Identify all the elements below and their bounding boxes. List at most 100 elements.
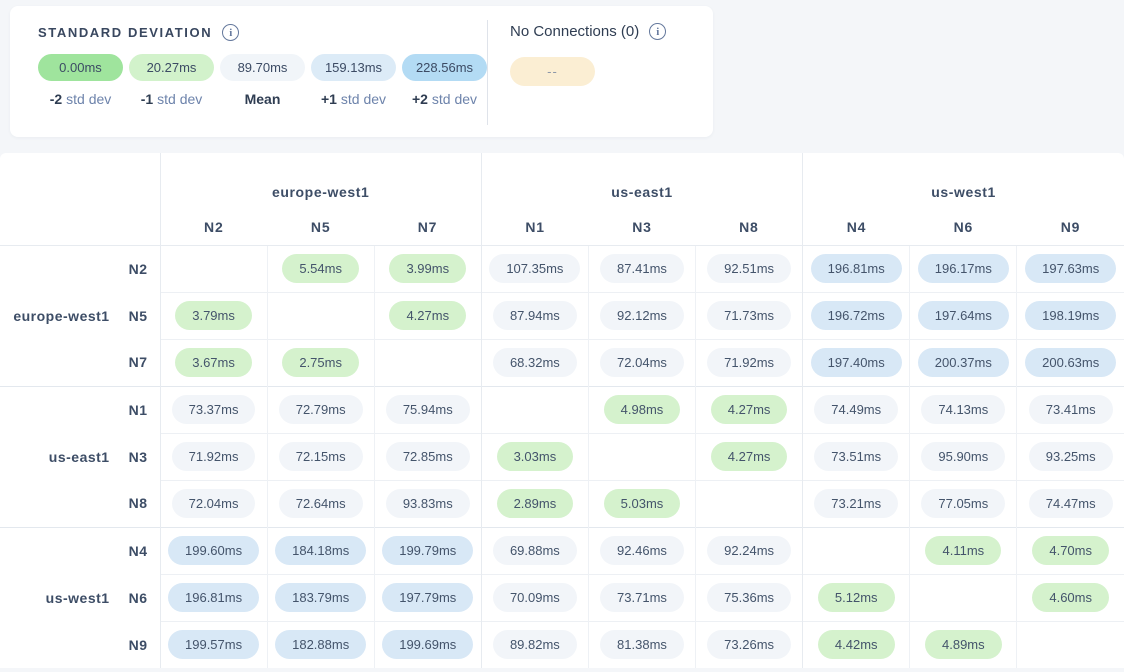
latency-pill[interactable]: 5.54ms [282, 254, 359, 283]
latency-pill[interactable]: 77.05ms [921, 489, 1005, 518]
latency-pill[interactable]: 3.67ms [175, 348, 252, 377]
latency-pill[interactable]: 72.04ms [600, 348, 684, 377]
latency-cell: 4.89ms [910, 621, 1017, 668]
latency-pill[interactable]: 4.11ms [925, 536, 1001, 565]
latency-pill[interactable]: 5.12ms [818, 583, 895, 612]
legend-label: -1std dev [141, 91, 203, 107]
latency-pill[interactable]: 92.12ms [600, 301, 684, 330]
latency-pill[interactable]: 199.60ms [168, 536, 259, 565]
latency-pill[interactable]: 198.19ms [1025, 301, 1116, 330]
latency-pill[interactable]: 4.70ms [1032, 536, 1109, 565]
latency-pill[interactable]: 92.24ms [707, 536, 791, 565]
latency-pill[interactable]: 73.41ms [1029, 395, 1113, 424]
latency-pill[interactable]: 107.35ms [489, 254, 580, 283]
latency-cell: 72.64ms [267, 480, 374, 527]
latency-pill[interactable]: 4.98ms [604, 395, 681, 424]
latency-pill[interactable]: 75.94ms [386, 395, 470, 424]
latency-pill[interactable]: 3.03ms [497, 442, 574, 471]
latency-pill[interactable]: 73.37ms [172, 395, 256, 424]
latency-cell: 71.92ms [160, 433, 267, 480]
latency-cell [267, 292, 374, 339]
latency-pill[interactable]: 74.49ms [814, 395, 898, 424]
node-column-header: N9 [1017, 209, 1124, 245]
row-label-cell: N9 [0, 621, 160, 668]
latency-pill[interactable]: 196.81ms [168, 583, 259, 612]
latency-pill[interactable]: 200.63ms [1025, 348, 1116, 377]
latency-pill[interactable]: 71.73ms [707, 301, 791, 330]
latency-cell: 95.90ms [910, 433, 1017, 480]
latency-pill[interactable]: 73.71ms [600, 583, 684, 612]
latency-pill[interactable]: 197.79ms [382, 583, 473, 612]
latency-pill[interactable]: 199.69ms [382, 630, 473, 659]
latency-pill[interactable]: 89.82ms [493, 630, 577, 659]
latency-pill[interactable]: 95.90ms [921, 442, 1005, 471]
no-connections-pill: -- [510, 57, 595, 86]
latency-pill[interactable]: 182.88ms [275, 630, 366, 659]
latency-pill[interactable]: 199.79ms [382, 536, 473, 565]
latency-pill[interactable]: 183.79ms [275, 583, 366, 612]
latency-pill[interactable]: 81.38ms [600, 630, 684, 659]
latency-cell: 73.26ms [696, 621, 803, 668]
latency-pill[interactable]: 4.60ms [1032, 583, 1109, 612]
latency-cell: 69.88ms [481, 527, 588, 574]
legend-item: 20.27ms-1std dev [129, 54, 214, 107]
info-icon[interactable] [649, 23, 666, 40]
latency-cell [588, 433, 695, 480]
latency-pill[interactable]: 197.64ms [918, 301, 1009, 330]
latency-pill[interactable]: 74.47ms [1029, 489, 1113, 518]
latency-pill[interactable]: 199.57ms [168, 630, 259, 659]
latency-pill[interactable]: 4.27ms [711, 442, 788, 471]
latency-pill[interactable]: 5.03ms [604, 489, 681, 518]
latency-pill[interactable]: 2.89ms [497, 489, 574, 518]
latency-pill[interactable]: 73.26ms [707, 630, 791, 659]
latency-pill[interactable]: 200.37ms [918, 348, 1009, 377]
latency-pill[interactable]: 92.46ms [600, 536, 684, 565]
info-icon[interactable] [222, 24, 239, 41]
latency-pill[interactable]: 72.85ms [386, 442, 470, 471]
latency-pill[interactable]: 4.27ms [711, 395, 788, 424]
latency-pill[interactable]: 72.04ms [172, 489, 256, 518]
latency-pill[interactable]: 87.41ms [600, 254, 684, 283]
latency-pill[interactable]: 68.32ms [493, 348, 577, 377]
latency-cell: 87.94ms [481, 292, 588, 339]
latency-pill[interactable]: 93.25ms [1029, 442, 1113, 471]
latency-pill[interactable]: 4.27ms [389, 301, 466, 330]
latency-pill[interactable]: 93.83ms [386, 489, 470, 518]
matrix-row: N872.04ms72.64ms93.83ms2.89ms5.03ms73.21… [0, 480, 1124, 527]
latency-pill[interactable]: 4.42ms [818, 630, 895, 659]
latency-pill[interactable]: 72.15ms [279, 442, 363, 471]
latency-pill[interactable]: 70.09ms [493, 583, 577, 612]
latency-pill[interactable]: 197.63ms [1025, 254, 1116, 283]
node-column-header: N1 [481, 209, 588, 245]
latency-cell: 92.46ms [588, 527, 695, 574]
latency-pill[interactable]: 72.79ms [279, 395, 363, 424]
latency-pill[interactable]: 87.94ms [493, 301, 577, 330]
latency-pill[interactable]: 196.72ms [811, 301, 902, 330]
latency-pill[interactable]: 4.89ms [925, 630, 1002, 659]
latency-pill[interactable]: 72.64ms [279, 489, 363, 518]
latency-pill[interactable]: 75.36ms [707, 583, 791, 612]
latency-pill[interactable]: 196.17ms [918, 254, 1009, 283]
latency-pill[interactable]: 197.40ms [811, 348, 902, 377]
legend-label-bold: +1 [321, 91, 337, 107]
latency-pill[interactable]: 184.18ms [275, 536, 366, 565]
latency-cell: 200.63ms [1017, 339, 1124, 386]
latency-pill[interactable]: 92.51ms [707, 254, 791, 283]
latency-pill[interactable]: 71.92ms [172, 442, 256, 471]
latency-pill[interactable]: 71.92ms [707, 348, 791, 377]
latency-pill[interactable]: 73.51ms [814, 442, 898, 471]
std-deviation-card: STANDARD DEVIATION 0.00ms-2std dev20.27m… [10, 6, 713, 137]
latency-pill[interactable]: 2.75ms [282, 348, 359, 377]
latency-pill[interactable]: 3.99ms [389, 254, 466, 283]
latency-pill[interactable]: 196.81ms [811, 254, 902, 283]
latency-pill[interactable]: 74.13ms [921, 395, 1005, 424]
latency-pill[interactable]: 73.21ms [814, 489, 898, 518]
latency-cell: 184.18ms [267, 527, 374, 574]
latency-cell: 4.27ms [696, 386, 803, 433]
matrix-row: N4199.60ms184.18ms199.79ms69.88ms92.46ms… [0, 527, 1124, 574]
row-label-cell: us-west1N6 [0, 574, 160, 621]
latency-pill[interactable]: 69.88ms [493, 536, 577, 565]
latency-pill[interactable]: 3.79ms [175, 301, 252, 330]
latency-cell: 81.38ms [588, 621, 695, 668]
latency-cell: 5.54ms [267, 245, 374, 292]
